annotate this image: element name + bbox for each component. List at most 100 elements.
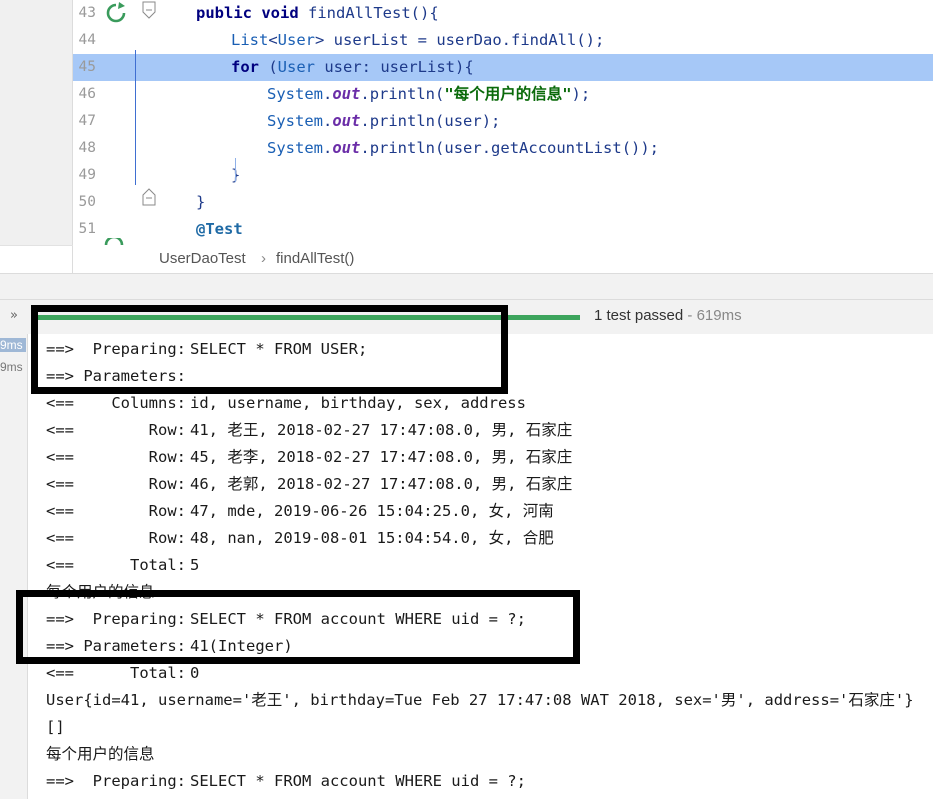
- console-line-prefix: User{id=41, username='老王', birthday=Tue …: [46, 691, 914, 709]
- run-test-icon-next[interactable]: [104, 238, 124, 245]
- code-line[interactable]: 44 List<User> userList = userDao.findAll(…: [0, 27, 933, 54]
- console-line-prefix: <== Total:: [46, 556, 186, 574]
- line-number: 43: [78, 5, 96, 21]
- code-token: ());: [621, 139, 660, 157]
- code-token: >: [315, 31, 334, 49]
- code-text: System.out.println(user);: [267, 108, 500, 135]
- console-line-prefix: []: [46, 718, 65, 736]
- test-tree-duration[interactable]: 9ms: [0, 360, 23, 374]
- code-token: .: [501, 31, 511, 49]
- code-token: out: [332, 112, 361, 130]
- code-token: .: [360, 112, 370, 130]
- code-token: findAllTest: [308, 4, 411, 22]
- code-token: );: [571, 85, 591, 103]
- fold-end-marker-icon[interactable]: [142, 188, 156, 206]
- code-token: .: [360, 85, 370, 103]
- line-number: 49: [78, 167, 96, 183]
- code-token: out: [332, 85, 361, 103]
- run-test-icon[interactable]: [104, 2, 128, 24]
- code-token: =: [408, 31, 437, 49]
- code-token: user: [444, 139, 482, 157]
- code-token: ){: [455, 58, 474, 76]
- code-line[interactable]: 47 System.out.println(user);: [0, 108, 933, 135]
- code-token: public: [196, 4, 262, 22]
- gutter-border: [72, 0, 73, 273]
- code-token: );: [481, 112, 501, 130]
- code-token: .: [323, 112, 333, 130]
- code-token: for: [231, 58, 269, 76]
- code-token: @Test: [196, 220, 243, 238]
- test-tree-duration[interactable]: 9ms: [0, 338, 26, 352]
- code-token: .: [481, 139, 492, 157]
- code-text: List<User> userList = userDao.findAll();: [231, 27, 604, 54]
- line-number: 45: [78, 59, 96, 75]
- line-number: 46: [78, 86, 96, 102]
- code-editor[interactable]: 43 public void findAllTest(){44 List<User>…: [0, 0, 933, 245]
- breadcrumb-separator-icon: ›: [261, 250, 266, 267]
- code-token: .: [323, 85, 333, 103]
- fold-marker-icon[interactable]: [142, 1, 156, 19]
- code-line[interactable]: 51 @Test: [0, 216, 933, 243]
- code-token: getAccountList: [491, 139, 622, 157]
- code-token: System: [267, 139, 323, 157]
- code-token: System: [267, 112, 323, 130]
- breadcrumb-method[interactable]: findAllTest(): [276, 250, 354, 267]
- console-line-prefix: <== Row:: [46, 502, 186, 520]
- code-token: .: [323, 139, 333, 157]
- code-text: public void findAllTest(){: [196, 0, 439, 27]
- expand-chevron-icon[interactable]: »: [10, 308, 18, 323]
- code-text: }: [196, 189, 205, 216]
- code-token: ();: [576, 31, 605, 49]
- console-line-prefix: <== Row:: [46, 448, 186, 466]
- code-token: userDao: [436, 31, 502, 49]
- annotation-box-second-query: [16, 590, 580, 664]
- code-text: System.out.println(user.getAccountList()…: [267, 135, 659, 162]
- code-token: println: [369, 112, 436, 130]
- code-token: <: [268, 31, 278, 49]
- code-line[interactable]: 46 System.out.println("每个用户的信息");: [0, 81, 933, 108]
- console-line-value: 5: [190, 556, 200, 574]
- code-token: (: [268, 58, 278, 76]
- console-line-prefix: 每个用户的信息: [46, 745, 155, 763]
- code-token: :: [361, 58, 381, 76]
- code-line[interactable]: 48 System.out.println(user.getAccountList…: [0, 135, 933, 162]
- indent-guide: [135, 50, 136, 185]
- test-tree-panel[interactable]: [0, 334, 28, 799]
- code-token: user: [444, 112, 482, 130]
- code-line[interactable]: 49}: [0, 162, 933, 189]
- code-token: .: [360, 139, 370, 157]
- code-token: out: [332, 139, 361, 157]
- console-line-value: 41, 老王, 2018-02-27 17:47:08.0, 男, 石家庄: [190, 421, 573, 439]
- console-line-value: 48, nan, 2019-08-01 15:04:54.0, 女, 合肥: [190, 529, 554, 547]
- console-line-value: SELECT * FROM account WHERE uid = ?;: [190, 772, 526, 790]
- code-token: println: [369, 85, 436, 103]
- code-line-highlighted[interactable]: 45 for (User user: userList){: [73, 54, 933, 81]
- tool-window-splitter[interactable]: [0, 273, 933, 300]
- code-token: void: [261, 4, 308, 22]
- code-token: User: [277, 58, 325, 76]
- code-line[interactable]: 50}: [0, 189, 933, 216]
- code-line[interactable]: 43 public void findAllTest(){: [0, 0, 933, 27]
- console-line-value: id, username, birthday, sex, address: [190, 394, 526, 412]
- breadcrumb-class[interactable]: UserDaoTest: [159, 250, 246, 267]
- code-text: @Test: [196, 216, 243, 243]
- console-line-prefix: <== Row:: [46, 529, 186, 547]
- code-token: (: [435, 85, 445, 103]
- console-line-value: 47, mde, 2019-06-26 15:04:25.0, 女, 河南: [190, 502, 554, 520]
- code-token: findAll: [511, 31, 577, 49]
- test-status: 1 test passed - 619ms: [594, 307, 742, 324]
- code-token: User: [277, 31, 315, 49]
- code-token: (: [435, 112, 445, 130]
- indent-guide: [235, 158, 236, 182]
- console-line-prefix: <== Row:: [46, 421, 186, 439]
- code-token: }: [196, 193, 206, 211]
- code-token: userList: [380, 58, 455, 76]
- console-line-prefix: <== Row:: [46, 475, 186, 493]
- line-number: 50: [78, 194, 96, 210]
- code-token: println: [369, 139, 436, 157]
- console-line-value: 45, 老李, 2018-02-27 17:47:08.0, 男, 石家庄: [190, 448, 573, 466]
- code-token: System: [267, 85, 323, 103]
- annotation-box-first-query: [31, 305, 508, 394]
- console-line-value: 0: [190, 664, 200, 682]
- line-number: 47: [78, 113, 96, 129]
